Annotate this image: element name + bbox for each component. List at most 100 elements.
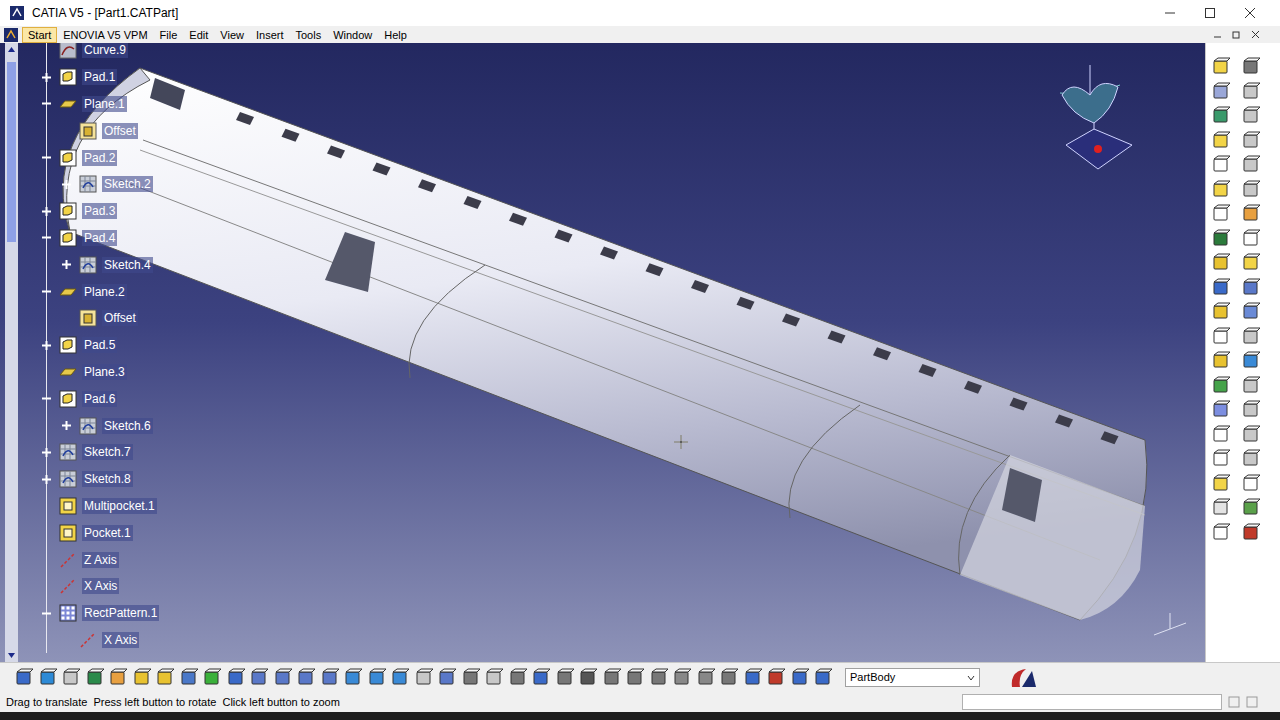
tree-item[interactable]: Sketch.7 <box>40 439 159 466</box>
tool-icon[interactable] <box>390 668 410 688</box>
tool-icon[interactable] <box>790 668 810 688</box>
tool-icon[interactable] <box>1241 523 1261 543</box>
collapse-icon[interactable] <box>41 152 52 163</box>
menu-item[interactable]: Start <box>22 27 57 43</box>
tool-icon[interactable] <box>61 668 81 688</box>
doc-minimize-icon[interactable] <box>1213 30 1222 39</box>
scroll-thumb[interactable] <box>7 62 16 242</box>
tool-icon[interactable] <box>672 668 692 688</box>
tree-item[interactable]: Multipocket.1 <box>40 493 159 520</box>
compass-icon[interactable] <box>1052 65 1136 173</box>
tree-item[interactable]: Pad.5 <box>40 332 159 359</box>
tool-icon[interactable] <box>1241 498 1261 518</box>
tool-icon[interactable] <box>1241 351 1261 371</box>
tool-icon[interactable] <box>132 668 152 688</box>
tool-icon[interactable] <box>696 668 716 688</box>
tool-icon[interactable] <box>1211 204 1231 224</box>
tree-item[interactable]: X Axis <box>40 573 159 600</box>
tool-icon[interactable] <box>85 668 105 688</box>
tool-icon[interactable] <box>38 668 58 688</box>
tree-label[interactable]: Pad.1 <box>82 69 117 85</box>
tool-icon[interactable] <box>226 668 246 688</box>
doc-close-icon[interactable] <box>1251 30 1260 39</box>
tool-icon[interactable] <box>1211 82 1231 102</box>
collapse-icon[interactable] <box>41 608 52 619</box>
tool-icon[interactable] <box>1211 474 1231 494</box>
tree-label[interactable]: RectPattern.1 <box>82 605 159 621</box>
tree-label[interactable]: Multipocket.1 <box>82 498 157 514</box>
tree-item[interactable]: Offset <box>40 117 159 144</box>
tree-item[interactable]: Pad.3 <box>40 198 159 225</box>
tool-icon[interactable] <box>766 668 786 688</box>
tree-item[interactable]: Sketch.4 <box>40 251 159 278</box>
tree-label[interactable]: Plane.3 <box>82 364 127 380</box>
expand-icon[interactable] <box>61 259 72 270</box>
menu-item[interactable]: View <box>214 28 250 42</box>
tool-icon[interactable] <box>1241 425 1261 445</box>
tool-icon[interactable] <box>437 668 457 688</box>
tool-icon[interactable] <box>1241 57 1261 77</box>
tool-icon[interactable] <box>1211 351 1231 371</box>
tree-item[interactable]: Offset <box>40 305 159 332</box>
tool-icon[interactable] <box>273 668 293 688</box>
expand-icon[interactable] <box>41 474 52 485</box>
tree-item[interactable]: Pad.1 <box>40 64 159 91</box>
tool-icon[interactable] <box>14 668 34 688</box>
tool-icon[interactable] <box>202 668 222 688</box>
tool-icon[interactable] <box>1241 131 1261 151</box>
tool-icon[interactable] <box>1241 278 1261 298</box>
tree-label[interactable]: Sketch.2 <box>102 176 153 192</box>
collapse-icon[interactable] <box>41 98 52 109</box>
tool-icon[interactable] <box>555 668 575 688</box>
tree-label[interactable]: Plane.2 <box>82 284 127 300</box>
tool-icon[interactable] <box>179 668 199 688</box>
tool-icon[interactable] <box>1241 204 1261 224</box>
status-icon[interactable] <box>1246 696 1258 708</box>
tool-icon[interactable] <box>1211 278 1231 298</box>
body-select[interactable]: PartBody <box>845 668 980 687</box>
tree-label[interactable]: Pad.3 <box>82 203 117 219</box>
tree-label[interactable]: Pad.4 <box>82 230 117 246</box>
tool-icon[interactable] <box>1241 474 1261 494</box>
tree-item[interactable]: Pad.2 <box>40 144 159 171</box>
tool-icon[interactable] <box>1211 523 1231 543</box>
tree-item[interactable]: Pad.6 <box>40 385 159 412</box>
tool-icon[interactable] <box>602 668 622 688</box>
part-model[interactable] <box>0 43 1205 662</box>
tool-icon[interactable] <box>625 668 645 688</box>
tool-icon[interactable] <box>1241 253 1261 273</box>
tool-icon[interactable] <box>1211 106 1231 126</box>
tool-icon[interactable] <box>1241 302 1261 322</box>
tree-label[interactable]: Pad.5 <box>82 337 117 353</box>
collapse-icon[interactable] <box>41 232 52 243</box>
tool-icon[interactable] <box>155 668 175 688</box>
expand-icon[interactable] <box>41 72 52 83</box>
tool-icon[interactable] <box>1211 229 1231 249</box>
tool-icon[interactable] <box>296 668 316 688</box>
tool-icon[interactable] <box>249 668 269 688</box>
tree-item[interactable]: Sketch.2 <box>40 171 159 198</box>
tool-icon[interactable] <box>1211 131 1231 151</box>
tree-item[interactable]: Curve.9 <box>40 43 159 64</box>
tree-item[interactable]: Plane.3 <box>40 359 159 386</box>
menu-item[interactable]: ENOVIA V5 VPM <box>57 28 153 42</box>
tool-icon[interactable] <box>343 668 363 688</box>
tool-icon[interactable] <box>1211 449 1231 469</box>
menu-item[interactable]: File <box>154 28 184 42</box>
tool-icon[interactable] <box>1211 57 1231 77</box>
tree-label[interactable]: Sketch.7 <box>82 444 133 460</box>
tool-icon[interactable] <box>108 668 128 688</box>
tree-label[interactable]: Curve.9 <box>82 43 128 58</box>
tool-icon[interactable] <box>1241 82 1261 102</box>
tree-item[interactable]: Pocket.1 <box>40 519 159 546</box>
menu-item[interactable]: Help <box>378 28 413 42</box>
tool-icon[interactable] <box>1211 425 1231 445</box>
collapse-icon[interactable] <box>41 393 52 404</box>
tool-icon[interactable] <box>1241 155 1261 175</box>
expand-icon[interactable] <box>61 179 72 190</box>
tree-label[interactable]: Offset <box>102 123 138 139</box>
tree-label[interactable]: Z Axis <box>82 552 119 568</box>
tool-icon[interactable] <box>531 668 551 688</box>
tool-icon[interactable] <box>1241 376 1261 396</box>
tool-icon[interactable] <box>813 668 833 688</box>
